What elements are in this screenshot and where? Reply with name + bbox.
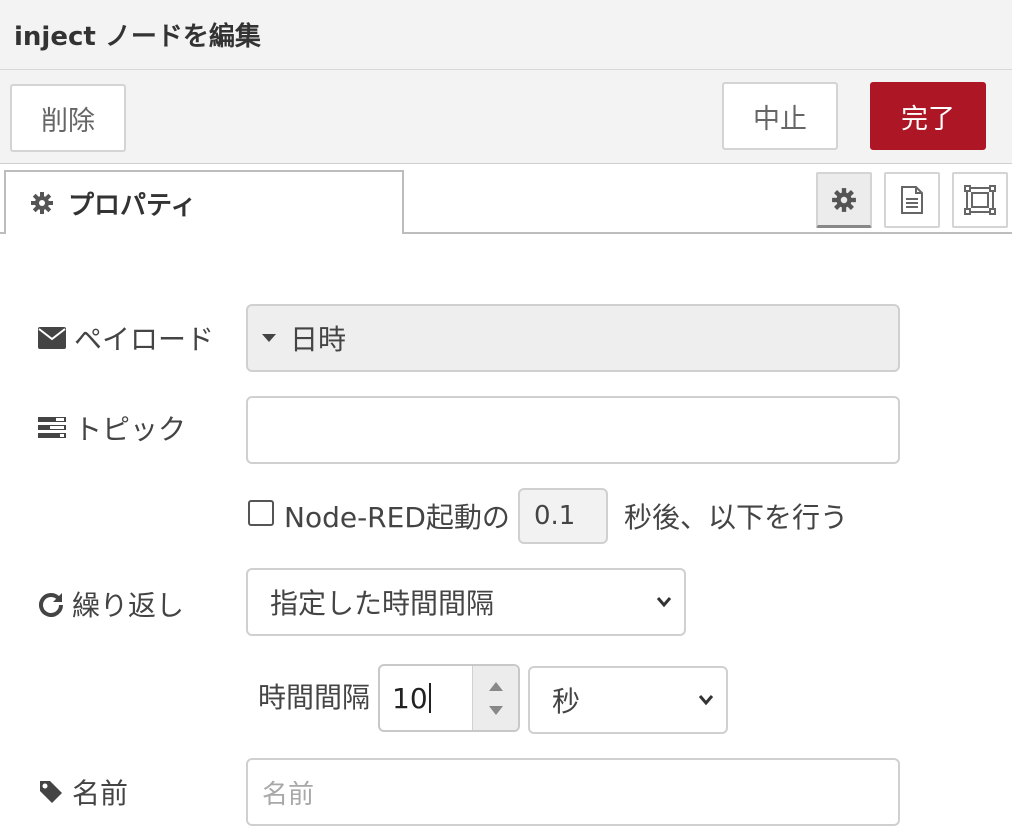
interval-unit-select[interactable]: 秒 xyxy=(528,666,728,734)
refresh-icon xyxy=(39,593,63,617)
gear-icon xyxy=(832,187,856,212)
interval-unit-value: 秒 xyxy=(552,685,581,718)
tag-icon xyxy=(40,781,62,803)
payload-type-select[interactable]: 日時 xyxy=(246,304,900,372)
dialog-toolbar xyxy=(0,70,1012,164)
frame-icon xyxy=(964,185,996,215)
name-label: 名前 xyxy=(38,772,128,812)
topic-label: トピック xyxy=(38,408,186,448)
repeat-label: 繰り返し xyxy=(38,584,184,624)
interval-number-input[interactable]: 10 xyxy=(378,664,520,732)
caret-down-icon xyxy=(262,334,276,342)
tab-properties-label: プロパティ xyxy=(68,190,197,221)
payload-label: ペイロード xyxy=(38,318,214,358)
description-tab-button[interactable] xyxy=(884,172,940,228)
name-label-text: 名前 xyxy=(72,777,129,810)
name-input[interactable]: 名前 xyxy=(246,758,900,826)
repeat-select[interactable]: 指定した時間間隔 xyxy=(246,568,686,636)
delete-button[interactable]: 削除 xyxy=(10,84,126,152)
dialog-title: inject ノードを編集 xyxy=(14,22,261,52)
topic-input[interactable] xyxy=(246,396,900,464)
payload-label-text: ペイロード xyxy=(74,323,215,356)
gear-icon xyxy=(31,192,53,214)
text-cursor xyxy=(428,683,431,713)
appearance-tab-button[interactable] xyxy=(952,172,1008,228)
cancel-button[interactable]: 中止 xyxy=(722,82,838,150)
interval-value: 10 xyxy=(392,681,428,715)
spinner-up-icon[interactable] xyxy=(488,681,503,691)
startup-checkbox[interactable] xyxy=(248,500,274,526)
repeat-label-text: 繰り返し xyxy=(72,589,185,622)
startup-delay-input[interactable]: 0.1 xyxy=(518,488,608,544)
payload-value: 日時 xyxy=(290,323,347,356)
startup-checkbox-label: Node-RED起動の xyxy=(284,501,510,534)
tab-properties[interactable]: プロパティ xyxy=(4,170,404,234)
properties-tab-button[interactable] xyxy=(816,172,872,228)
done-button[interactable]: 完了 xyxy=(870,82,986,150)
spinner-down-icon[interactable] xyxy=(488,705,503,715)
envelope-icon xyxy=(38,327,66,349)
repeat-value: 指定した時間間隔 xyxy=(270,587,495,620)
chevron-down-icon xyxy=(698,695,714,706)
document-icon xyxy=(901,186,923,214)
tasks-icon xyxy=(38,417,66,438)
startup-after-label: 秒後、以下を行う xyxy=(624,501,849,534)
interval-label: 時間間隔 xyxy=(258,681,371,714)
chevron-down-icon xyxy=(656,597,672,608)
topic-label-text: トピック xyxy=(74,413,187,446)
